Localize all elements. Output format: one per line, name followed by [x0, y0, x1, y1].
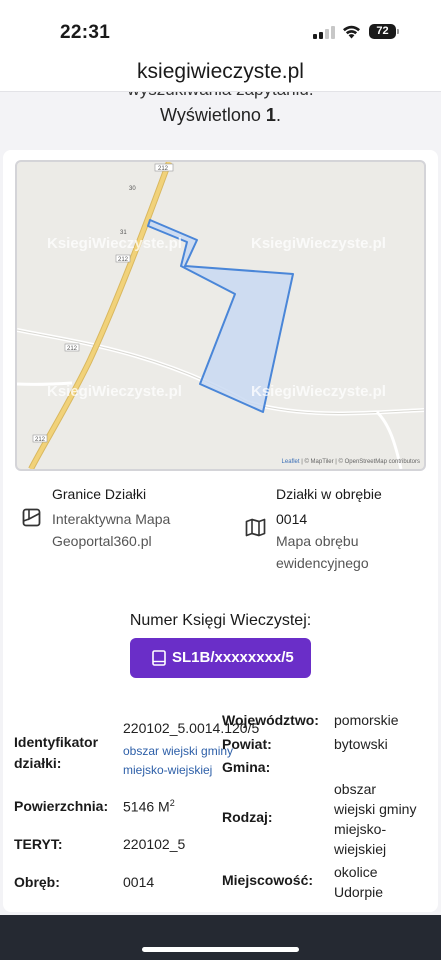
- map-watermark: KsiegiWieczyste.pl: [47, 383, 182, 400]
- land-register-button[interactable]: SL1B/xxxxxxxx/5: [130, 638, 311, 678]
- boundaries-title: Granice Działki: [52, 486, 147, 502]
- district-number: 0014: [276, 511, 308, 527]
- county-value: bytowski: [334, 736, 388, 752]
- parcel-map[interactable]: KsiegiWieczyste.pl KsiegiWieczyste.pl Ks…: [15, 160, 426, 471]
- identifier-label: Identyfikator działki:: [14, 732, 98, 774]
- url-text[interactable]: ksiegiwieczyste.pl: [0, 60, 441, 84]
- results-count-label: Wyświetlono: [160, 105, 261, 125]
- type-value-line2: wiejski gminy: [334, 801, 417, 817]
- district-line1[interactable]: Mapa obrębu: [276, 530, 382, 552]
- type-value-line1: obszar: [334, 781, 377, 797]
- type-label: Rodzaj:: [222, 809, 273, 825]
- status-time: 22:31: [60, 22, 111, 43]
- district-link[interactable]: Działki w obrębie 0014 Mapa obrębu ewide…: [276, 483, 382, 574]
- results-header: wyszukiwania zapytaniu. Wyświetlono 1.: [0, 92, 441, 150]
- area-number: 5146 M: [123, 798, 170, 815]
- battery-tip: [397, 29, 399, 34]
- teryt-label: TERYT:: [14, 836, 63, 852]
- voivodeship-value: pomorskie: [334, 712, 399, 728]
- locality-value-line1: okolice: [334, 864, 378, 880]
- main-road: [29, 162, 171, 469]
- map-boundary-icon: [22, 508, 41, 527]
- road-label: 212: [118, 257, 129, 263]
- main-road-edge: [28, 162, 172, 469]
- browser-toolbar: [0, 915, 441, 960]
- precinct-value: 0014: [123, 874, 155, 890]
- land-register-number[interactable]: SL1B/xxxxxxxx/5: [172, 649, 294, 666]
- teryt-value: 220102_5: [123, 836, 186, 852]
- results-count-value: 1: [265, 105, 276, 125]
- land-register-label: Numer Księgi Wieczystej:: [129, 612, 312, 629]
- leaflet-link[interactable]: Leaflet: [282, 459, 300, 465]
- battery-icon: 72: [369, 24, 396, 39]
- book-icon: [152, 650, 166, 666]
- identifier-sub-line1: obszar wiejski gminy: [123, 744, 234, 758]
- browser-url-bar[interactable]: ksiegiwieczyste.pl: [0, 56, 441, 92]
- folded-map-icon: [245, 518, 266, 537]
- identifier-label-line1: Identyfikator: [14, 734, 99, 750]
- area-value: 5146 M2: [123, 798, 175, 815]
- road-label: 212: [67, 346, 78, 352]
- type-value: obszar wiejski gminy miejsko- wiejskiej: [334, 779, 416, 859]
- signal-icon: [313, 26, 335, 39]
- road-label: 212: [35, 437, 46, 443]
- boundaries-line2[interactable]: Geoportal360.pl: [52, 530, 170, 552]
- identifier-label-line2: działki:: [14, 755, 62, 771]
- partial-heading: wyszukiwania zapytaniu.: [0, 92, 441, 100]
- identifier-sub-line2: miejsko-wiejskiej: [123, 763, 213, 777]
- area-exponent: 2: [169, 798, 175, 808]
- map-watermark: KsiegiWieczyste.pl: [251, 383, 386, 400]
- map-watermark: KsiegiWieczyste.pl: [47, 235, 182, 252]
- home-indicator[interactable]: [142, 947, 299, 952]
- district-title: Działki w obrębie: [276, 486, 382, 502]
- county-label: Powiat:: [222, 736, 272, 752]
- place-label: 30: [129, 186, 136, 192]
- boundaries-line1[interactable]: Interaktywna Mapa: [52, 508, 170, 530]
- voivodeship-label: Województwo:: [222, 712, 319, 728]
- type-value-line3: miejsko-: [334, 821, 387, 837]
- map-canvas[interactable]: KsiegiWieczyste.pl KsiegiWieczyste.pl Ks…: [17, 162, 424, 469]
- road-label: 212: [158, 166, 169, 172]
- map-watermark: KsiegiWieczyste.pl: [251, 235, 386, 252]
- results-count-dot: .: [275, 105, 281, 125]
- wifi-icon: [343, 25, 360, 39]
- status-bar: 22:31 72: [0, 0, 441, 56]
- locality-value: okolice Udorpie: [334, 862, 383, 902]
- district-line2[interactable]: ewidencyjnego: [276, 552, 382, 574]
- map-attribution[interactable]: Leaflet | © MapTiler | © OpenStreetMap c…: [282, 459, 420, 465]
- type-value-line4: wiejskiej: [334, 841, 387, 857]
- place-label: 31: [120, 230, 127, 236]
- commune-label: Gmina:: [222, 759, 271, 775]
- results-count: Wyświetlono 1.: [0, 105, 441, 126]
- area-label: Powierzchnia:: [14, 798, 109, 814]
- locality-value-line2: Udorpie: [334, 884, 384, 900]
- identifier-sub: obszar wiejski gminy miejsko-wiejskiej: [123, 742, 233, 780]
- boundaries-link[interactable]: Granice Działki Interaktywna Mapa Geopor…: [52, 483, 170, 552]
- locality-label: Miejscowość:: [222, 872, 314, 888]
- precinct-label: Obręb:: [14, 874, 60, 890]
- attribution-rest: | © MapTiler | © OpenStreetMap contribut…: [299, 459, 420, 465]
